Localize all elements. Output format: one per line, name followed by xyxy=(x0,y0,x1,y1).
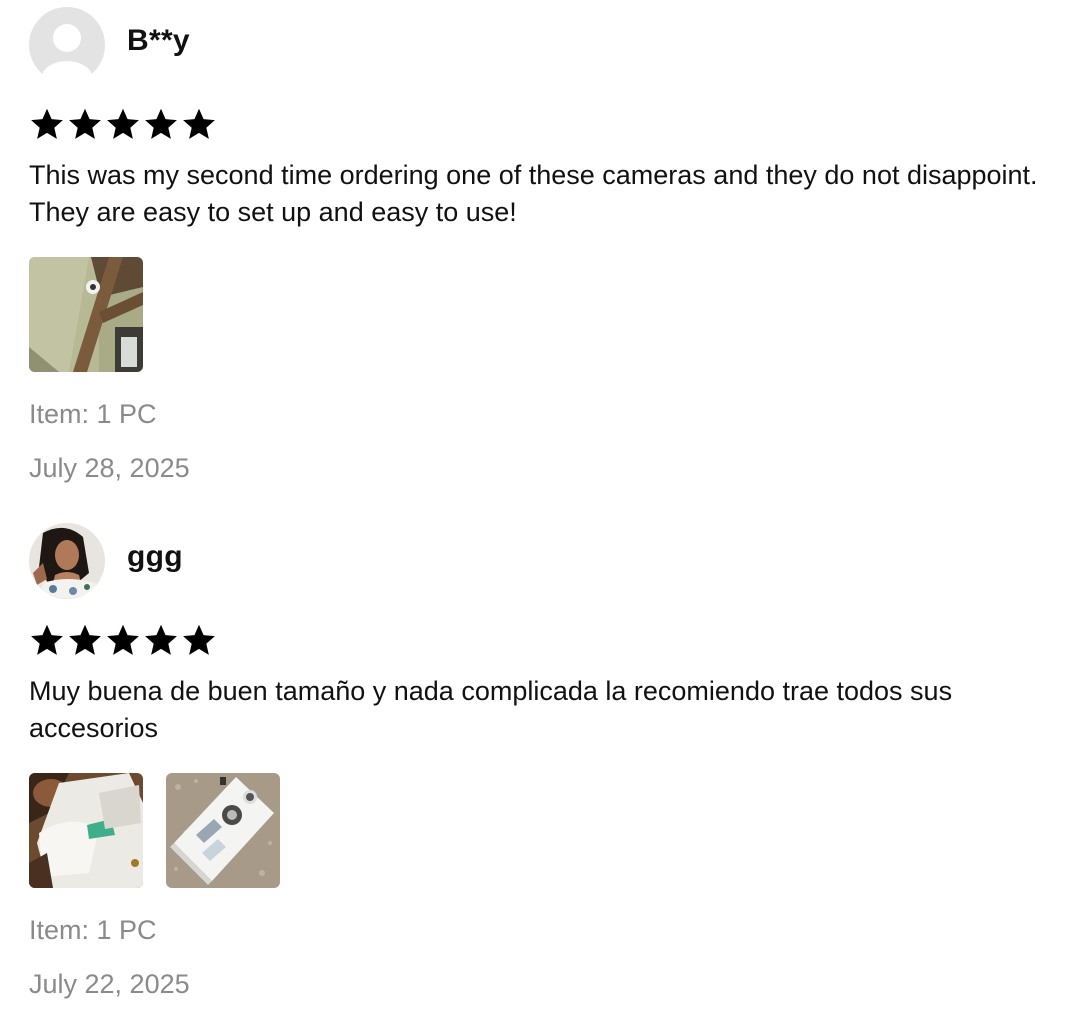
review-photo[interactable] xyxy=(29,773,143,888)
star-icon xyxy=(31,108,63,139)
review-card: B**y This was my second time ordering on… xyxy=(29,6,1059,484)
star-icon xyxy=(107,108,139,139)
star-icon xyxy=(69,108,101,139)
review-date: July 22, 2025 xyxy=(29,969,190,999)
review-text: Muy buena de buen tamaño y nada complica… xyxy=(29,676,953,743)
review-photos xyxy=(29,257,1059,372)
item-variant: Item: 1 PC xyxy=(29,399,157,429)
star-icon xyxy=(107,624,139,655)
star-rating xyxy=(29,621,1059,659)
default-avatar-icon xyxy=(29,7,105,83)
star-icon xyxy=(183,624,215,655)
star-icon xyxy=(145,108,177,139)
review-photo[interactable] xyxy=(29,257,143,372)
reviewer-name: ggg xyxy=(127,540,183,573)
star-rating xyxy=(29,105,1059,143)
avatar[interactable] xyxy=(29,7,105,83)
review-text: This was my second time ordering one of … xyxy=(29,160,1038,227)
item-variant: Item: 1 PC xyxy=(29,915,157,945)
reviewer-name: B**y xyxy=(127,24,190,57)
review-header: ggg xyxy=(29,522,1059,600)
star-icon xyxy=(183,108,215,139)
user-photo-avatar xyxy=(29,523,105,599)
review-photo[interactable] xyxy=(166,773,280,888)
review-photos xyxy=(29,773,1059,888)
review-card: ggg Muy buena de buen tamaño y nada comp… xyxy=(29,522,1059,1000)
star-icon xyxy=(69,624,101,655)
star-icon xyxy=(145,624,177,655)
review-date: July 28, 2025 xyxy=(29,453,190,483)
star-icon xyxy=(31,624,63,655)
review-header: B**y xyxy=(29,6,1059,84)
avatar[interactable] xyxy=(29,523,105,599)
